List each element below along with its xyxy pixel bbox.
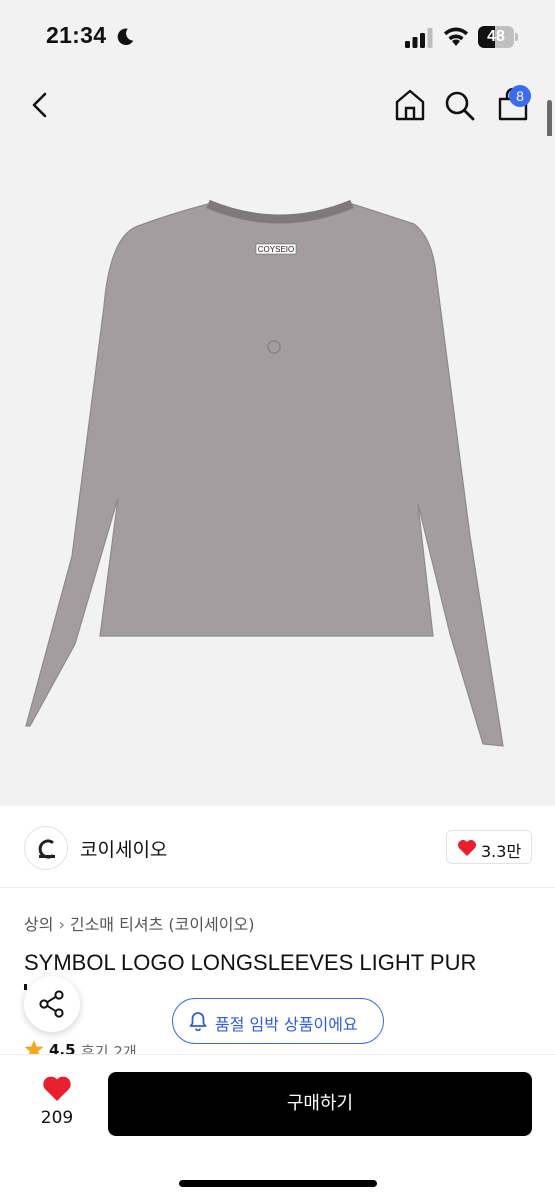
neck-label: COYSEIO (258, 245, 294, 254)
breadcrumb-item-category[interactable]: 상의 (24, 915, 53, 934)
brand-like-count: 3.3만 (481, 842, 522, 861)
share-button[interactable] (24, 976, 80, 1032)
breadcrumb: 상의 › 긴소매 티셔츠 (코이세이오) (24, 911, 254, 935)
bottom-action-bar: 209 구매하기 (0, 1054, 555, 1200)
brand-logo-mark (38, 839, 55, 859)
top-navigation (0, 74, 555, 136)
status-time: 21:34 (46, 22, 107, 48)
breadcrumb-item-subcategory[interactable]: 긴소매 티셔츠 (코이세이오) (70, 915, 255, 934)
brand-name[interactable]: 코이세이오 (80, 835, 167, 862)
cart-badge: 8 (509, 85, 531, 107)
heart-icon (458, 840, 476, 856)
battery-level: 48 (487, 28, 505, 45)
product-title: SYMBOL LOGO LONGSLEEVES LIGHT PUR (24, 950, 477, 975)
chevron-right-icon: › (58, 915, 65, 934)
wifi-icon (444, 27, 468, 46)
brand-logo[interactable] (24, 826, 68, 870)
stock-alert-pill[interactable]: 품절 임박 상품이에요 (172, 998, 384, 1044)
home-icon[interactable] (394, 88, 426, 122)
product-image[interactable]: COYSEIO (0, 136, 555, 806)
battery-icon: 48 (478, 26, 518, 48)
moon-icon (117, 28, 134, 46)
status-bar: 21:34 48 (0, 0, 555, 74)
brand-row[interactable]: 코이세이오 3.3만 (0, 806, 555, 888)
wishlist-count: 209 (40, 1108, 74, 1128)
stock-alert-text: 품절 임박 상품이에요 (215, 1015, 358, 1034)
buy-button[interactable]: 구매하기 (108, 1072, 532, 1136)
brand-like-button[interactable]: 3.3만 (446, 830, 532, 864)
shirt-body (25, 203, 504, 747)
share-icon (39, 990, 64, 1018)
search-icon[interactable] (444, 88, 476, 122)
home-indicator[interactable] (179, 1180, 377, 1187)
back-icon[interactable] (26, 88, 56, 122)
wishlist-heart-icon[interactable] (42, 1075, 72, 1102)
tshirt-illustration: COYSEIO (25, 199, 504, 747)
bell-icon (189, 1012, 207, 1031)
signal-icon (405, 28, 433, 48)
